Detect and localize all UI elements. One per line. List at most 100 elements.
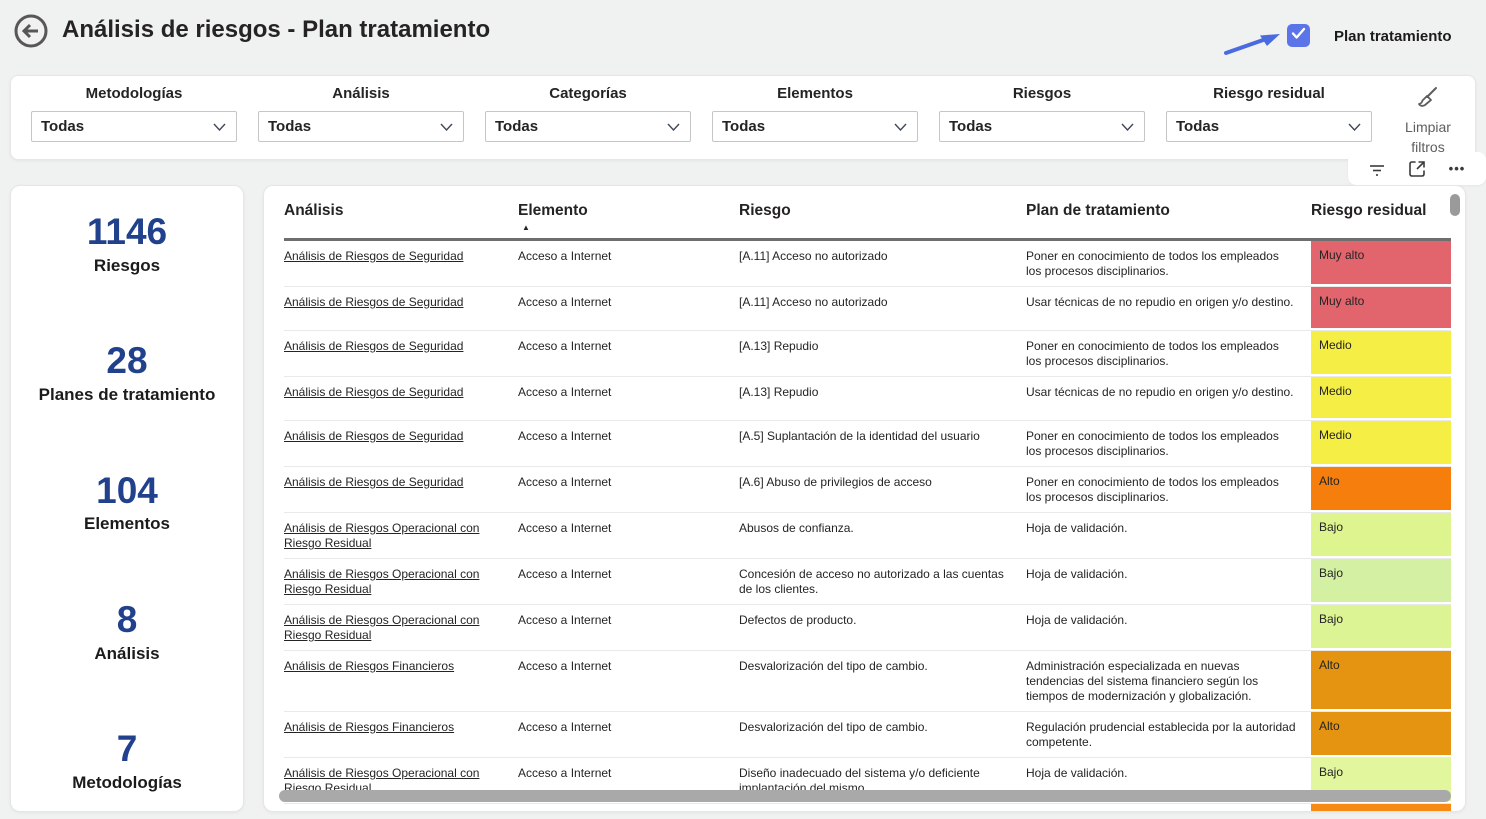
cell-analisis[interactable]: Análisis de Riesgos de Seguridad [284,467,518,512]
cell-analisis[interactable]: Análisis de Riesgos de Seguridad [284,421,518,466]
cell-plan: Poner en conocimiento de todos los emple… [1026,241,1311,286]
filter-dropdown-value: Todas [722,118,765,135]
table-row[interactable]: Análisis de Riesgos de Seguridad Acceso … [284,287,1451,331]
filter-label: Metodologías [31,85,237,102]
filter-dropdown-value: Todas [41,118,84,135]
cell-analisis[interactable]: Análisis de Riesgos Operacional con Ries… [284,559,518,604]
kpi-block: 1146 Riesgos [11,212,243,276]
cell-elemento: Acceso a Internet [518,331,739,376]
column-header-elemento[interactable]: Elemento ▲ [518,202,739,238]
cell-analisis[interactable]: Análisis de Riesgos de Seguridad [284,287,518,330]
cell-riesgo: Concesión de acceso no autorizado a las … [739,559,1026,604]
filter-group: Análisis Todas [258,85,464,142]
table-body: Análisis de Riesgos de Seguridad Acceso … [284,241,1451,812]
cell-riesgo: [A.13] Repudio [739,377,1026,420]
table-row[interactable]: Análisis de Riesgos Financieros Acceso a… [284,651,1451,712]
cell-analisis[interactable]: Análisis de Riesgos de Seguridad [284,377,518,420]
table-row[interactable]: Análisis de Riesgos de Seguridad Acceso … [284,331,1451,377]
cell-riesgo: [A.11] Acceso no autorizado [739,241,1026,286]
cell-plan: Poner en conocimiento de todos los emple… [1026,331,1311,376]
back-button[interactable] [14,14,48,48]
kpi-label: Análisis [11,644,243,664]
dashboard-page: Análisis de riesgos - Plan tratamiento P… [0,0,1486,819]
cell-elemento: Acceso a Internet [518,421,739,466]
filter-bar: Metodologías Todas Análisis Todas Catego… [10,75,1476,160]
cell-analisis[interactable]: Análisis de Riesgos de Seguridad [284,331,518,376]
cell-analisis[interactable]: Análisis de Riesgos Financieros [284,712,518,757]
cell-plan: Poner en conocimiento de todos los emple… [1026,467,1311,512]
plan-tratamiento-label: Plan tratamiento [1334,28,1452,45]
cell-riesgo: [A.5] Suplantación de la identidad del u… [739,421,1026,466]
cell-riesgo: Desvalorización del tipo de cambio. [739,712,1026,757]
more-options-icon[interactable]: ••• [1446,158,1468,180]
cell-riesgo: Abusos de confianza. [739,513,1026,558]
column-header-residual[interactable]: Riesgo residual [1311,202,1451,238]
cell-analisis[interactable]: Análisis de Riesgos de Seguridad [284,241,518,286]
table-row[interactable]: Análisis de Riesgos Operacional con Ries… [284,513,1451,559]
cell-elemento: Acceso a Internet [518,804,739,812]
cell-riesgo-residual: Bajo [1311,513,1451,558]
kpi-value: 7 [11,729,243,770]
filter-dropdown[interactable]: Todas [485,111,691,142]
filter-bar-groups: Metodologías Todas Análisis Todas Catego… [31,85,1372,142]
filter-dropdown-value: Todas [495,118,538,135]
cell-plan: Poner en conocimiento de todos los emple… [1026,421,1311,466]
column-header-riesgo[interactable]: Riesgo [739,202,1026,238]
table-row[interactable]: Análisis de Riesgos Operacional con Ries… [284,559,1451,605]
table-row[interactable]: Análisis de Riesgos de Seguridad Acceso … [284,241,1451,287]
vertical-scrollbar[interactable] [1450,194,1460,216]
table-row[interactable]: Análisis de Riesgos Financieros Acceso a… [284,712,1451,758]
column-header-analisis[interactable]: Análisis [284,202,518,238]
filter-label: Categorías [485,85,691,102]
filter-label: Riesgos [939,85,1145,102]
cell-elemento: Acceso a Internet [518,651,739,711]
table-row[interactable]: Análisis de Riesgos de Seguridad Acceso … [284,421,1451,467]
chevron-down-icon [213,118,226,136]
table-row[interactable]: Análisis de Riesgos de Seguridad Acceso … [284,377,1451,421]
cell-analisis[interactable]: Análisis de Riesgos Financieros [284,651,518,711]
visual-header: ••• [1348,152,1486,185]
cell-riesgo-residual: Medio [1311,331,1451,376]
cell-plan: Hoja de validación. [1026,559,1311,604]
cell-plan: Hoja de validación. [1026,513,1311,558]
kpi-value: 1146 [11,212,243,253]
filter-dropdown[interactable]: Todas [939,111,1145,142]
cell-riesgo-residual: Alto [1311,467,1451,512]
column-header-plan[interactable]: Plan de tratamiento [1026,202,1311,238]
kpi-block: 28 Planes de tratamiento [11,341,243,405]
table-row[interactable]: Análisis de Riesgos Operacional Acceso a… [284,804,1451,812]
cell-plan: Usar técnicas de no repudio en origen y/… [1026,287,1311,330]
sort-ascending-icon: ▲ [522,223,530,232]
filter-label: Análisis [258,85,464,102]
kpi-card: 1146 Riesgos 28 Planes de tratamiento 10… [10,185,244,812]
focus-mode-icon[interactable] [1406,158,1428,180]
cell-analisis[interactable]: Análisis de Riesgos Operacional [284,804,518,812]
cell-elemento: Acceso a Internet [518,467,739,512]
filter-label: Elementos [712,85,918,102]
cell-plan: Medidas de contingencia operativa [1026,804,1311,812]
cell-riesgo-residual: Alto [1311,804,1451,812]
chevron-down-icon [667,118,680,136]
filter-dropdown[interactable]: Todas [31,111,237,142]
filter-dropdown[interactable]: Todas [712,111,918,142]
cell-analisis[interactable]: Análisis de Riesgos Operacional con Ries… [284,513,518,558]
cell-elemento: Acceso a Internet [518,513,739,558]
filter-dropdown[interactable]: Todas [1166,111,1372,142]
cell-riesgo: [A.6] Abuso de privilegios de acceso [739,467,1026,512]
cell-riesgo-residual: Bajo [1311,559,1451,604]
kpi-label: Metodologías [11,773,243,793]
kpi-block: 104 Elementos [11,471,243,535]
eraser-icon [1415,97,1441,114]
plan-tratamiento-checkbox[interactable] [1287,24,1310,47]
filter-icon[interactable] [1366,158,1388,180]
filter-dropdown[interactable]: Todas [258,111,464,142]
table-row[interactable]: Análisis de Riesgos Operacional con Ries… [284,605,1451,651]
cell-elemento: Acceso a Internet [518,559,739,604]
clear-filters-button[interactable]: Limpiar filtros [1391,84,1465,157]
kpi-block: 8 Análisis [11,600,243,664]
cell-riesgo-residual: Medio [1311,377,1451,420]
filter-dropdown-value: Todas [268,118,311,135]
horizontal-scrollbar[interactable] [279,790,1451,802]
table-row[interactable]: Análisis de Riesgos de Seguridad Acceso … [284,467,1451,513]
cell-analisis[interactable]: Análisis de Riesgos Operacional con Ries… [284,605,518,650]
